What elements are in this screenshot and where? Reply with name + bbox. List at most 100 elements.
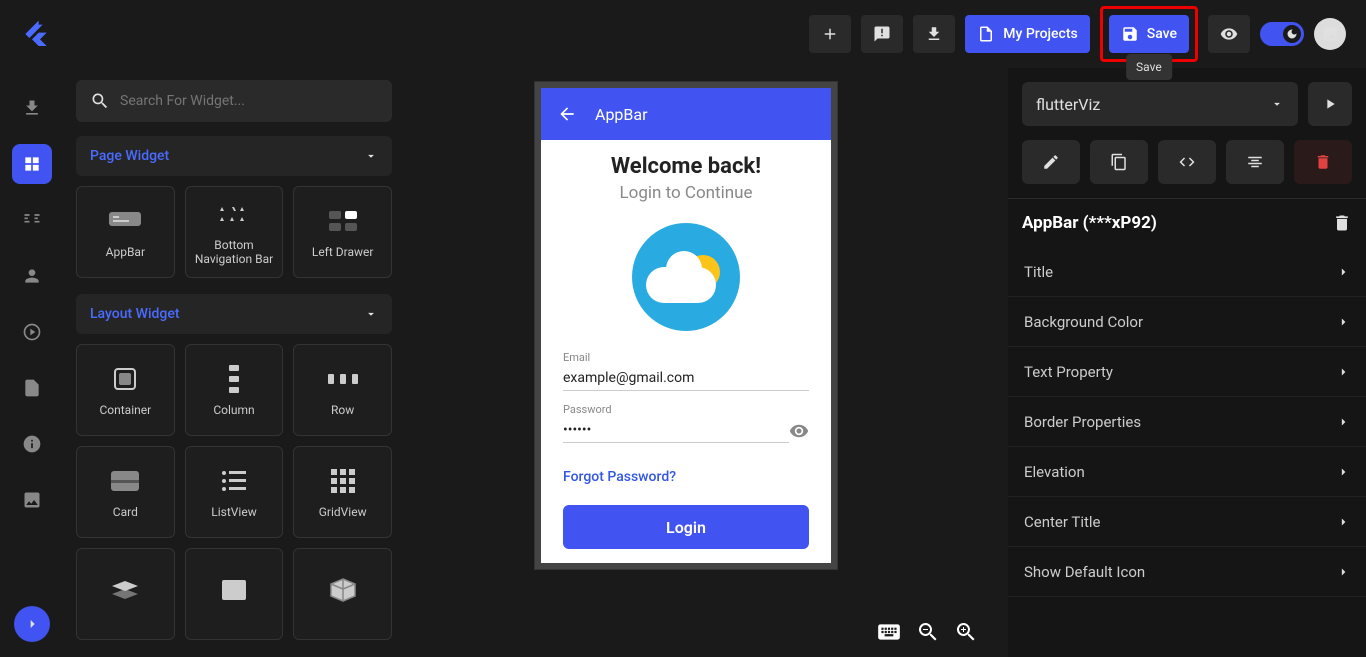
align-tool[interactable] (1226, 140, 1284, 184)
chevron-right-icon (1336, 565, 1350, 579)
property-label: Title (1024, 263, 1053, 281)
email-field[interactable] (563, 366, 809, 391)
code-tool[interactable] (1158, 140, 1216, 184)
appbar-title: AppBar (595, 105, 648, 124)
properties-panel: flutterViz AppBar (***xP92) Title Backgro… (1008, 68, 1366, 657)
widget-card[interactable]: Card (76, 446, 175, 538)
theme-toggle[interactable] (1260, 22, 1304, 46)
user-avatar[interactable] (1314, 18, 1346, 50)
delete-icon[interactable] (1332, 213, 1352, 233)
property-row[interactable]: Show Default Icon (1008, 547, 1366, 597)
rail-widgets[interactable] (12, 144, 52, 184)
image-icon (222, 574, 246, 606)
zoom-out-button[interactable] (916, 619, 940, 645)
rail-doc[interactable] (12, 368, 52, 408)
property-row[interactable]: Background Color (1008, 297, 1366, 347)
widget-label: Card (109, 505, 142, 519)
chevron-right-icon (1336, 465, 1350, 479)
property-row[interactable]: Border Properties (1008, 397, 1366, 447)
screen-selector[interactable]: flutterViz (1022, 82, 1298, 126)
save-button-highlight: Save Save (1100, 6, 1198, 62)
preview-appbar[interactable]: AppBar (541, 88, 831, 140)
widget-card[interactable] (293, 548, 392, 640)
layout-widget-section[interactable]: Layout Widget (76, 294, 392, 334)
download-button[interactable] (913, 15, 955, 53)
password-label: Password (563, 403, 809, 416)
widget-card[interactable]: Bottom Navigation Bar (185, 186, 284, 278)
widget-card[interactable]: Container (76, 344, 175, 436)
run-button[interactable] (1308, 82, 1352, 126)
property-label: Show Default Icon (1024, 563, 1145, 581)
widget-card[interactable] (76, 548, 175, 640)
widget-card[interactable]: GridView (293, 446, 392, 538)
welcome-text: Welcome back! (611, 154, 761, 179)
keyboard-button[interactable] (876, 619, 902, 645)
login-button[interactable]: Login (563, 505, 809, 549)
eye-icon[interactable] (789, 421, 809, 441)
widget-label: Row (327, 403, 358, 417)
widget-card[interactable]: Left Drawer (293, 186, 392, 278)
property-row[interactable]: Center Title (1008, 497, 1366, 547)
stack-icon (112, 574, 138, 606)
chevron-right-icon (1336, 415, 1350, 429)
copy-tool[interactable] (1090, 140, 1148, 184)
rail-info[interactable] (12, 424, 52, 464)
chevron-right-icon (1336, 515, 1350, 529)
save-button-label: Save (1147, 26, 1177, 42)
widget-card[interactable]: Row (293, 344, 392, 436)
chevron-right-icon (1336, 315, 1350, 329)
rail-download[interactable] (12, 88, 52, 128)
widget-panel: Page Widget AppBar Bottom Navigation Bar L… (64, 68, 404, 657)
rail-tree[interactable] (12, 200, 52, 240)
add-button[interactable] (809, 15, 851, 53)
delete-tool[interactable] (1294, 140, 1352, 184)
preview-button[interactable] (1208, 15, 1250, 53)
screen-name: flutterViz (1036, 95, 1100, 114)
rail-play[interactable] (12, 312, 52, 352)
column-icon (229, 363, 239, 395)
zoom-in-button[interactable] (954, 619, 978, 645)
container-icon (113, 363, 137, 395)
chevron-down-icon (364, 149, 378, 163)
drawer-icon (329, 205, 357, 237)
property-label: Background Color (1024, 313, 1143, 331)
app-logo (20, 18, 52, 50)
chevron-down-icon (364, 307, 378, 321)
email-label: Email (563, 351, 809, 364)
widget-label: GridView (315, 505, 371, 519)
widget-card[interactable]: Column (185, 344, 284, 436)
password-field[interactable] (563, 418, 789, 443)
widget-label: Bottom Navigation Bar (186, 238, 283, 267)
edit-tool[interactable] (1022, 140, 1080, 184)
widget-label: ListView (207, 505, 260, 519)
feedback-button[interactable] (861, 15, 903, 53)
property-row[interactable]: Title (1008, 247, 1366, 297)
search-icon (90, 91, 110, 111)
property-label: Elevation (1024, 463, 1085, 481)
selected-widget-name: AppBar (***xP92) (1022, 213, 1157, 233)
search-box[interactable] (76, 80, 392, 122)
search-input[interactable] (120, 93, 378, 109)
page-widget-label: Page Widget (90, 148, 169, 164)
rail-image[interactable] (12, 480, 52, 520)
forgot-password-link[interactable]: Forgot Password? (563, 469, 676, 485)
my-projects-button[interactable]: My Projects (965, 15, 1089, 53)
row-icon (328, 363, 358, 395)
widget-card[interactable]: AppBar (76, 186, 175, 278)
canvas-area: AppBar Welcome back! Login to Continue E… (404, 68, 1008, 657)
save-button[interactable]: Save (1109, 15, 1189, 53)
layout-widget-label: Layout Widget (90, 306, 180, 322)
chevron-right-icon (1336, 365, 1350, 379)
save-tooltip: Save (1126, 54, 1172, 80)
property-row[interactable]: Text Property (1008, 347, 1366, 397)
page-widget-section[interactable]: Page Widget (76, 136, 392, 176)
rail-expand-button[interactable] (14, 606, 50, 642)
widget-card[interactable] (185, 548, 284, 640)
widget-card[interactable]: ListView (185, 446, 284, 538)
rail-user[interactable] (12, 256, 52, 296)
back-arrow-icon (557, 104, 577, 124)
listview-icon (222, 465, 246, 497)
property-row[interactable]: Elevation (1008, 447, 1366, 497)
appbar-icon (109, 205, 141, 237)
chevron-down-icon (1270, 97, 1284, 111)
